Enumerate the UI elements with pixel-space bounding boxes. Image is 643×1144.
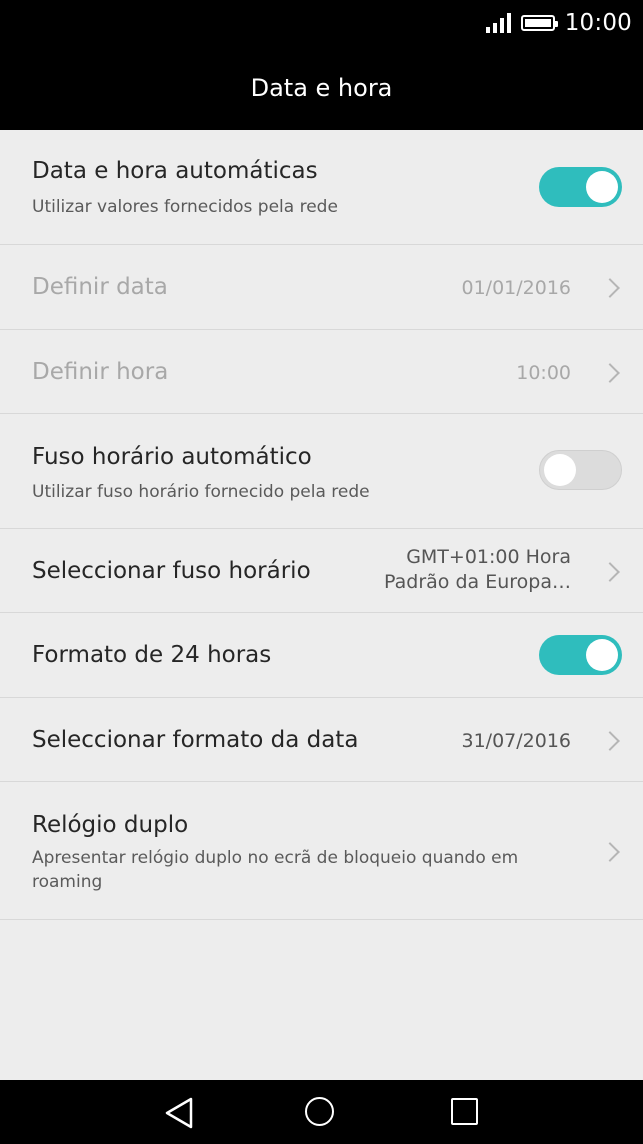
action-bar: Data e hora bbox=[0, 46, 643, 130]
recents-square-icon[interactable] bbox=[451, 1098, 478, 1125]
setting-auto-timezone[interactable]: Fuso horário automático Utilizar fuso ho… bbox=[0, 414, 643, 529]
setting-subtitle: Utilizar valores fornecidos pela rede bbox=[32, 197, 338, 217]
setting-value: 31/07/2016 bbox=[461, 730, 571, 752]
chevron-right-icon bbox=[600, 363, 620, 383]
auto-timezone-toggle[interactable] bbox=[539, 450, 622, 490]
status-indicators: 10:00 bbox=[485, 0, 632, 46]
setting-value: 10:00 bbox=[516, 362, 571, 384]
chevron-right-icon bbox=[600, 562, 620, 582]
setting-title: Seleccionar fuso horário bbox=[32, 558, 311, 584]
subtitle-line1: Apresentar relógio duplo no ecrã de bloq… bbox=[32, 848, 519, 868]
back-triangle-icon[interactable] bbox=[163, 1096, 195, 1130]
toggle-knob bbox=[586, 639, 618, 671]
setting-date-format[interactable]: Seleccionar formato da data 31/07/2016 bbox=[0, 698, 643, 782]
subtitle-line2: roaming bbox=[32, 872, 103, 892]
setting-title: Relógio duplo bbox=[32, 812, 189, 838]
setting-set-time: Definir hora 10:00 bbox=[0, 330, 643, 414]
timezone-value: GMT+01:00 Hora Padrão da Europa… bbox=[384, 545, 571, 595]
setting-title: Formato de 24 horas bbox=[32, 642, 272, 668]
home-circle-icon[interactable] bbox=[305, 1097, 334, 1126]
auto-datetime-toggle[interactable] bbox=[539, 167, 622, 207]
setting-title: Seleccionar formato da data bbox=[32, 727, 359, 753]
battery-full-icon bbox=[520, 15, 558, 31]
setting-subtitle: Utilizar fuso horário fornecido pela red… bbox=[32, 482, 370, 502]
setting-value: 01/01/2016 bbox=[461, 277, 571, 299]
toggle-knob bbox=[586, 171, 618, 203]
setting-select-timezone[interactable]: Seleccionar fuso horário GMT+01:00 Hora … bbox=[0, 529, 643, 613]
navigation-bar bbox=[0, 1080, 643, 1144]
settings-list: Data e hora automáticas Utilizar valores… bbox=[0, 130, 643, 920]
chevron-right-icon bbox=[600, 731, 620, 751]
status-bar: 10:00 bbox=[0, 0, 643, 46]
format-24h-toggle[interactable] bbox=[539, 635, 622, 675]
chevron-right-icon bbox=[600, 278, 620, 298]
setting-title: Fuso horário automático bbox=[32, 444, 312, 470]
setting-dual-clock[interactable]: Relógio duplo Apresentar relógio duplo n… bbox=[0, 782, 643, 920]
toggle-knob bbox=[544, 454, 576, 486]
setting-subtitle: Apresentar relógio duplo no ecrã de bloq… bbox=[32, 846, 518, 894]
signal-bars-icon bbox=[485, 13, 511, 33]
setting-set-date: Definir data 01/01/2016 bbox=[0, 245, 643, 330]
timezone-value-line2: Padrão da Europa… bbox=[384, 571, 571, 593]
status-time: 10:00 bbox=[564, 10, 632, 36]
setting-title: Definir data bbox=[32, 274, 168, 300]
chevron-right-icon bbox=[600, 842, 620, 862]
setting-title: Definir hora bbox=[32, 359, 169, 385]
timezone-value-line1: GMT+01:00 Hora bbox=[406, 546, 571, 568]
setting-title: Data e hora automáticas bbox=[32, 158, 318, 184]
page-title: Data e hora bbox=[250, 74, 393, 102]
setting-auto-datetime[interactable]: Data e hora automáticas Utilizar valores… bbox=[0, 130, 643, 245]
setting-format-24h[interactable]: Formato de 24 horas bbox=[0, 613, 643, 698]
